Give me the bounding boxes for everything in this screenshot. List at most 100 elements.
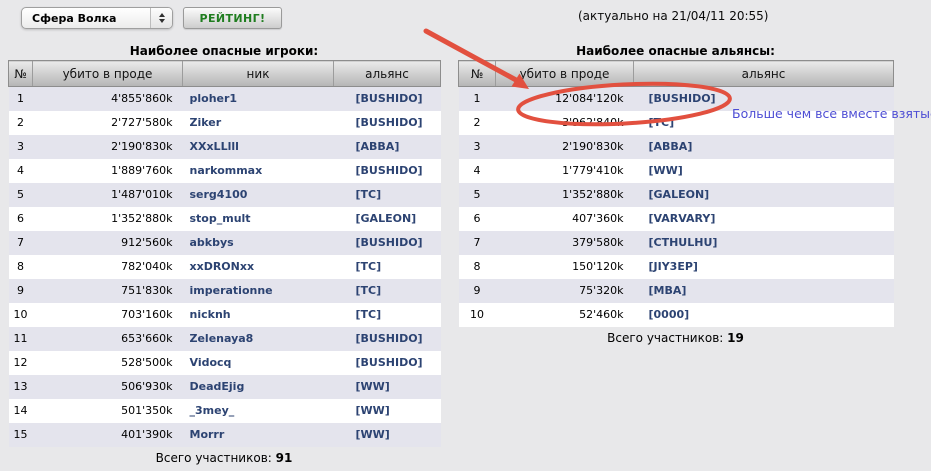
kills-cell: 506'930k [33,375,183,399]
nick-cell: _3mey_ [183,399,334,423]
rank-cell: 7 [459,231,496,255]
rating-button[interactable]: РЕЙТИНГ! [183,7,282,29]
kills-cell: 12'084'120k [496,87,634,111]
kills-cell: 1'487'010k [33,183,183,207]
col-header-alliance: альянс [634,61,894,87]
kills-cell: 1'779'410k [496,159,634,183]
alliance-cell: [GALEON] [334,207,441,231]
table-row: 3 2'190'830k [ABBA] [459,135,894,159]
rank-cell: 10 [9,303,33,327]
kills-cell: 3'962'840k [496,111,634,135]
players-panel: Наиболее опасные игроки: № убито в проде… [8,45,440,465]
table-row: 7 912'560k abkbys [BUSHIDO] [9,231,441,255]
players-table: № убито в проде ник альянс 1 4'855'860k … [8,60,441,447]
nick-cell: Zelenaya8 [183,327,334,351]
rank-cell: 12 [9,351,33,375]
table-row: 1 4'855'860k ploher1 [BUSHIDO] [9,87,441,111]
rank-cell: 6 [459,207,496,231]
alliances-total: Всего участников: 19 [458,331,893,345]
table-row: 14 501'350k _3mey_ [WW] [9,399,441,423]
col-header-kills: убито в проде [33,61,183,87]
col-header-rank: № [459,61,496,87]
chevron-down-icon [159,19,165,23]
alliance-cell: [JIY3EP] [634,255,894,279]
rank-cell: 11 [9,327,33,351]
alliances-table: № убито в проде альянс 1 12'084'120k [BU… [458,60,894,327]
table-row: 7 379'580k [CTHULHU] [459,231,894,255]
rank-cell: 5 [459,183,496,207]
nick-cell: xxDRONxx [183,255,334,279]
table-row: 3 2'190'830k XXxLLlll [ABBA] [9,135,441,159]
updated-timestamp: (актуально на 21/04/11 20:55) [578,9,768,23]
table-row: 2 2'727'580k Ziker [BUSHIDO] [9,111,441,135]
rank-cell: 1 [9,87,33,111]
rank-cell: 13 [9,375,33,399]
alliance-cell: [WW] [334,423,441,447]
players-total-label: Всего участников: [156,451,272,465]
rank-cell: 8 [9,255,33,279]
nick-cell: imperationne [183,279,334,303]
kills-cell: 912'560k [33,231,183,255]
alliances-total-label: Всего участников: [607,331,723,345]
nick-cell: XXxLLlll [183,135,334,159]
rank-cell: 9 [459,279,496,303]
col-header-alliance: альянс [334,61,441,87]
rank-cell: 3 [9,135,33,159]
alliance-cell: [TC] [334,279,441,303]
rank-cell: 4 [9,159,33,183]
alliance-cell: [WW] [634,159,894,183]
kills-cell: 2'190'830k [33,135,183,159]
alliances-table-title: Наиболее опасные альянсы: [458,45,893,60]
rank-cell: 8 [459,255,496,279]
alliance-cell: [TC] [634,111,894,135]
rank-cell: 14 [9,399,33,423]
kills-cell: 528'500k [33,351,183,375]
rank-cell: 2 [9,111,33,135]
alliance-cell: [WW] [334,375,441,399]
table-row: 15 401'390k Morrr [WW] [9,423,441,447]
table-row: 8 782'040k xxDRONxx [TC] [9,255,441,279]
kills-cell: 150'120k [496,255,634,279]
table-row: 11 653'660k Zelenaya8 [BUSHIDO] [9,327,441,351]
alliance-cell: [TC] [334,183,441,207]
table-row: 1 12'084'120k [BUSHIDO] [459,87,894,111]
nick-cell: ploher1 [183,87,334,111]
alliance-cell: [VARVARY] [634,207,894,231]
nick-cell: DeadEjig [183,375,334,399]
players-total: Всего участников: 91 [8,451,440,465]
rank-cell: 9 [9,279,33,303]
kills-cell: 1'352'880k [496,183,634,207]
table-row: 9 75'320k [MBA] [459,279,894,303]
kills-cell: 52'460k [496,303,634,327]
nick-cell: serg4100 [183,183,334,207]
kills-cell: 703'160k [33,303,183,327]
alliance-cell: [BUSHIDO] [334,327,441,351]
alliance-cell: [TC] [334,255,441,279]
alliance-cell: [WW] [334,399,441,423]
alliance-cell: [ABBA] [334,135,441,159]
table-row: 10 703'160k nicknh [TC] [9,303,441,327]
nick-cell: stop_mult [183,207,334,231]
col-header-nick: ник [183,61,334,87]
players-total-value: 91 [276,451,293,465]
kills-cell: 379'580k [496,231,634,255]
kills-cell: 4'855'860k [33,87,183,111]
nick-cell: Morrr [183,423,334,447]
kills-cell: 1'889'760k [33,159,183,183]
table-row: 12 528'500k Vidocq [BUSHIDO] [9,351,441,375]
kills-cell: 751'830k [33,279,183,303]
rank-cell: 4 [459,159,496,183]
server-select[interactable]: Сфера Волка [21,7,173,29]
table-row: 13 506'930k DeadEjig [WW] [9,375,441,399]
kills-cell: 653'660k [33,327,183,351]
nick-cell: Vidocq [183,351,334,375]
alliance-cell: [BUSHIDO] [334,351,441,375]
col-header-rank: № [9,61,33,87]
table-row: 10 52'460k [0000] [459,303,894,327]
alliance-cell: [ABBA] [634,135,894,159]
table-row: 4 1'779'410k [WW] [459,159,894,183]
table-row: 5 1'352'880k [GALEON] [459,183,894,207]
kills-cell: 782'040k [33,255,183,279]
alliance-cell: [BUSHIDO] [334,87,441,111]
table-row: 9 751'830k imperationne [TC] [9,279,441,303]
